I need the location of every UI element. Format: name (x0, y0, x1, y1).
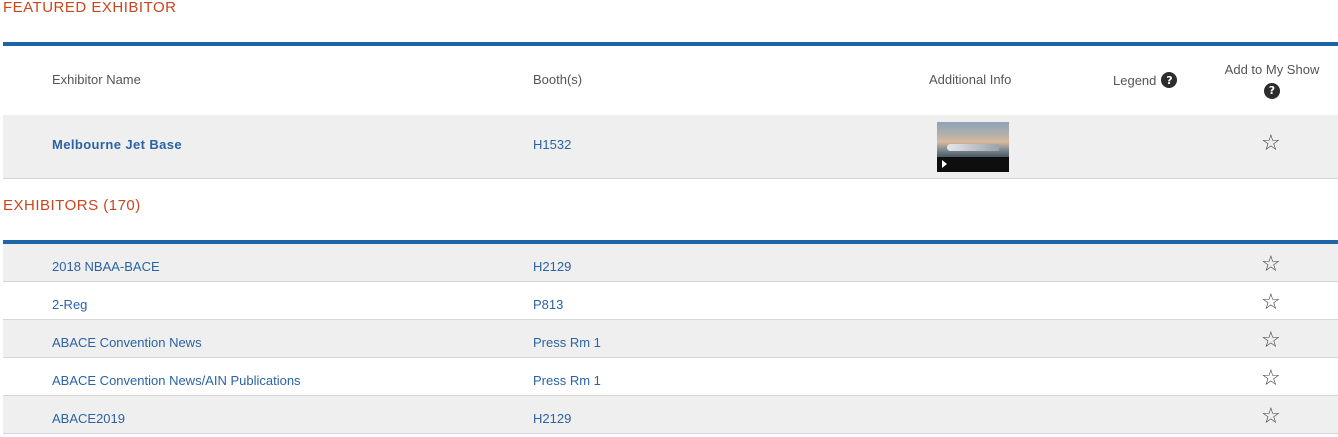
header-legend-label: Legend (1113, 72, 1157, 88)
star-outline-icon[interactable]: ☆ (1261, 330, 1281, 352)
exhibitor-list-page: FEATURED EXHIBITOR Exhibitor Name Booth(… (0, 0, 1338, 437)
exhibitor-name-link[interactable]: ABACE Convention News (52, 335, 202, 350)
exhibitors-section-title: EXHIBITORS (170) (3, 197, 141, 214)
header-add-label: Add to My Show (1224, 62, 1320, 77)
booth-link[interactable]: Press Rm 1 (533, 335, 601, 350)
exhibitor-name-link[interactable]: 2018 NBAA-BACE (52, 259, 160, 274)
question-circle-icon[interactable]: ? (1161, 72, 1178, 88)
star-outline-icon[interactable]: ☆ (1261, 254, 1281, 276)
booth-link[interactable]: Press Rm 1 (533, 373, 601, 388)
star-outline-icon[interactable]: ☆ (1261, 292, 1281, 314)
star-outline-icon[interactable]: ☆ (1261, 406, 1281, 428)
star-outline-icon[interactable]: ☆ (1261, 368, 1281, 390)
thumbnail-image (947, 144, 999, 151)
booth-link[interactable]: H2129 (533, 259, 571, 274)
exhibitor-name-link[interactable]: ABACE Convention News/AIN Publications (52, 373, 301, 388)
video-thumbnail[interactable] (937, 122, 1009, 172)
question-circle-icon[interactable]: ? (1264, 83, 1280, 99)
exhibitor-name-link[interactable]: Melbourne Jet Base (52, 137, 182, 152)
header-exhibitor-name[interactable]: Exhibitor Name (52, 72, 141, 87)
booth-link[interactable]: P813 (533, 297, 563, 312)
exhibitor-name-link[interactable]: 2-Reg (52, 297, 87, 312)
exhibitor-name-link[interactable]: ABACE2019 (52, 411, 125, 426)
header-add-to-my-show: Add to My Show ? (1217, 61, 1327, 99)
star-outline-icon[interactable]: ☆ (1261, 133, 1281, 155)
header-additional-info: Additional Info (929, 72, 1012, 87)
booth-link[interactable]: H2129 (533, 411, 571, 426)
table-row: ABACE Convention News Press Rm 1 ☆ (3, 320, 1338, 358)
header-legend: Legend ? (1113, 72, 1178, 88)
table-row: 2-Reg P813 ☆ (3, 282, 1338, 320)
video-control-bar (937, 157, 1009, 172)
booth-link[interactable]: H1532 (533, 137, 571, 152)
header-booths[interactable]: Booth(s) (533, 72, 582, 87)
featured-section-title: FEATURED EXHIBITOR (3, 0, 177, 16)
table-row: 2018 NBAA-BACE H2129 ☆ (3, 244, 1338, 282)
table-row: ABACE2019 H2129 ☆ (3, 396, 1338, 434)
featured-exhibitor-row: Melbourne Jet Base H1532 ☆ (3, 115, 1338, 179)
table-row: ABACE Convention News/AIN Publications P… (3, 358, 1338, 396)
table-header: Exhibitor Name Booth(s) Additional Info … (3, 46, 1338, 116)
play-icon[interactable] (942, 160, 947, 168)
